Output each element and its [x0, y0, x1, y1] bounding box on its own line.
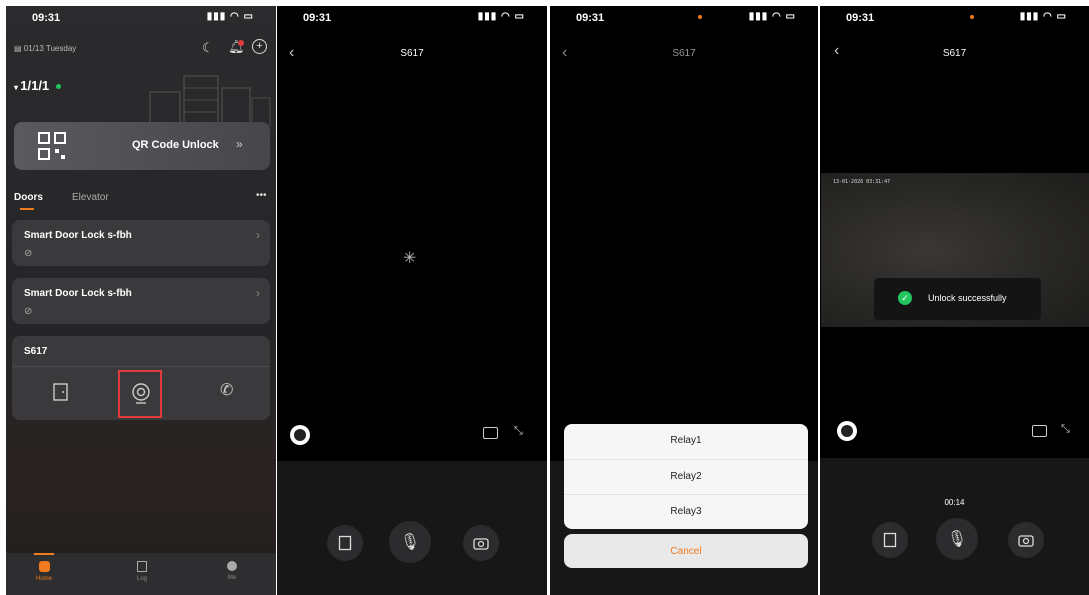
- add-icon[interactable]: +: [252, 39, 267, 54]
- bottom-nav: Home Log Me: [6, 553, 276, 595]
- door-icon: [338, 535, 352, 551]
- link-icon: ⊘: [24, 248, 33, 259]
- unlock-result-screen: 09:31 ▮▮▮ ◠ ▭ ‹ S617 13-01-2026 03:31:47…: [820, 6, 1089, 595]
- chevron-right-icon: ›: [256, 228, 260, 242]
- mute-button[interactable]: 🎙︎: [936, 518, 978, 560]
- chevron-right-icon: ›: [256, 286, 260, 300]
- qr-unlock-label: QR Code Unlock: [132, 139, 219, 151]
- avatar[interactable]: [290, 425, 310, 445]
- door-icon[interactable]: [52, 382, 70, 402]
- chevron-double-right-icon: »: [236, 137, 243, 151]
- more-icon[interactable]: •••: [256, 190, 267, 201]
- call-timer: 00:14: [944, 498, 965, 507]
- nav-me[interactable]: Me: [202, 561, 262, 581]
- door-name: Smart Door Lock s-fbh: [24, 230, 132, 241]
- profile-icon: [227, 561, 237, 571]
- status-bar: 09:31 ▮▮▮ ◠ ▭: [6, 6, 276, 28]
- relay-option[interactable]: Relay1: [564, 424, 808, 457]
- call-controls: 🎙︎: [277, 461, 547, 595]
- video-timestamp: 13-01-2026 03:31:47: [833, 179, 891, 185]
- status-bar: 09:31 ▮▮▮ ◠ ▭: [550, 6, 818, 28]
- check-icon: ✓: [898, 291, 912, 305]
- mic-off-icon: 🎙︎: [399, 534, 421, 551]
- relay-select-screen: 09:31 ▮▮▮ ◠ ▭ ‹ S617 Relay1 Relay2 Relay…: [550, 6, 818, 595]
- toast-text: Unlock successfully: [928, 293, 1007, 303]
- call-title: S617: [400, 48, 424, 59]
- status-time: 09:31: [32, 12, 61, 24]
- call-icon[interactable]: ✆: [220, 380, 233, 400]
- call-title: S617: [942, 48, 967, 59]
- notification-dot: [238, 40, 244, 46]
- recording-dot: [970, 15, 974, 19]
- call-title: S617: [672, 48, 696, 59]
- nav-indicator: [34, 553, 54, 555]
- recording-dot: [698, 15, 702, 19]
- building-illustration: [149, 75, 271, 127]
- camera-icon: [473, 538, 489, 550]
- site-selector[interactable]: ▾ 1/1/1: [14, 78, 61, 93]
- toast: ✓ Unlock successfully: [874, 278, 1041, 320]
- status-time: 09:31: [846, 12, 875, 24]
- calendar-icon: ▤: [14, 44, 24, 53]
- relay-sheet: Relay1 Relay2 Relay3: [564, 424, 808, 529]
- qr-code-icon: [38, 132, 66, 160]
- home-icon: [38, 561, 50, 572]
- keyboard-icon[interactable]: [483, 427, 498, 439]
- status-time: 09:31: [576, 12, 605, 24]
- snapshot-button[interactable]: [1008, 522, 1044, 558]
- keyboard-icon[interactable]: [1032, 425, 1047, 437]
- camera-icon: [1018, 535, 1034, 547]
- nav-home[interactable]: Home: [14, 561, 74, 582]
- link-icon: ⊘: [24, 306, 33, 317]
- status-bar: 09:31 ▮▮▮ ◠ ▭: [820, 6, 1089, 28]
- door-icon: [883, 532, 897, 548]
- relay-option[interactable]: Relay2: [564, 459, 808, 493]
- door-button[interactable]: [872, 522, 908, 558]
- door-button[interactable]: [327, 525, 363, 561]
- device-name: S617: [24, 346, 48, 357]
- status-time: 09:31: [303, 12, 332, 24]
- home-screen: 09:31 ▮▮▮ ◠ ▭ ▤ 01/13 Tuesday ☾ 🔔︎ + ▾ 1…: [6, 6, 276, 595]
- door-name: Smart Door Lock s-fbh: [24, 288, 132, 299]
- nav-log[interactable]: Log: [112, 561, 172, 582]
- status-bar: 09:31 ▮▮▮ ◠ ▭: [277, 6, 547, 28]
- date-label: ▤ 01/13 Tuesday: [14, 44, 77, 53]
- status-icons: ▮▮▮ ◠ ▭: [1019, 11, 1067, 22]
- fullscreen-icon[interactable]: ⤡: [1061, 423, 1070, 436]
- call-controls: 00:14 🎙︎: [820, 458, 1089, 595]
- door-card[interactable]: Smart Door Lock s-fbh ⊘ ›: [12, 278, 270, 324]
- mic-off-icon: 🎙︎: [946, 531, 968, 548]
- online-dot: [55, 84, 61, 90]
- moon-icon[interactable]: ☾: [202, 40, 214, 56]
- snapshot-button[interactable]: [463, 525, 499, 561]
- fullscreen-icon[interactable]: ⤡: [514, 425, 523, 438]
- tab-elevator[interactable]: Elevator: [72, 192, 109, 203]
- loading-spinner-icon: ✳: [403, 250, 417, 267]
- device-card[interactable]: S617 ✆: [12, 336, 270, 420]
- video-feed: 13-01-2026 03:31:47 ✓ Unlock successfull…: [821, 173, 1089, 327]
- cancel-button[interactable]: Cancel: [564, 534, 808, 568]
- door-card[interactable]: Smart Door Lock s-fbh ⊘ ›: [12, 220, 270, 266]
- log-icon: [137, 561, 147, 572]
- status-icons: ▮▮▮ ◠ ▭: [477, 11, 525, 22]
- divider: [12, 366, 270, 367]
- mute-button[interactable]: 🎙︎: [389, 521, 431, 563]
- status-icons: ▮▮▮ ◠ ▭: [206, 11, 254, 22]
- avatar[interactable]: [837, 421, 857, 441]
- relay-option[interactable]: Relay3: [564, 494, 808, 528]
- tab-indicator: [20, 208, 34, 210]
- unlock-button-icon[interactable]: [130, 380, 152, 406]
- tab-doors[interactable]: Doors: [14, 192, 43, 203]
- call-screen: 09:31 ▮▮▮ ◠ ▭ ‹ S617 ✳ ⤡ 🎙︎: [277, 6, 547, 595]
- status-icons: ▮▮▮ ◠ ▭: [748, 11, 796, 22]
- qr-unlock-card[interactable]: QR Code Unlock »: [14, 122, 270, 170]
